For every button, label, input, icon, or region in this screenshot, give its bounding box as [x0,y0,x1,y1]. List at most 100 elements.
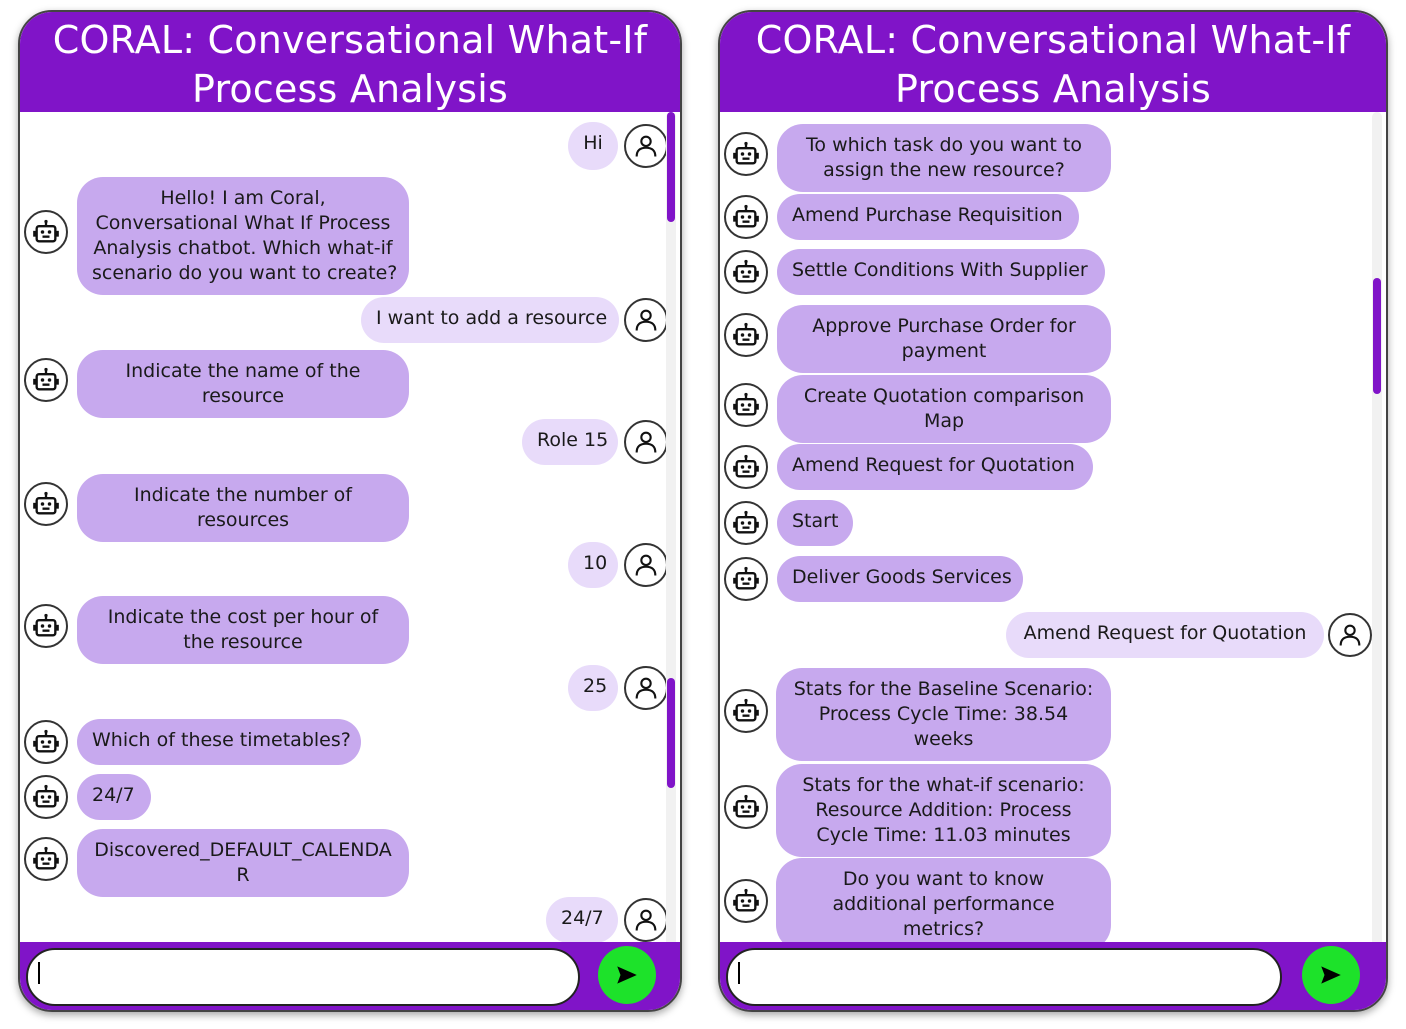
robot-icon [732,453,760,481]
message-text-line: Hello! I am Coral, [160,187,326,209]
bot-avatar [724,250,768,294]
message-text-line: Create Quotation comparison [803,385,1085,407]
bot-message[interactable]: Stats for the what-if scenario: Resource … [776,764,1111,857]
bot-message[interactable]: Create Quotation comparison Map [777,375,1111,443]
robot-icon [732,887,760,915]
bot-avatar [724,195,768,239]
message-text-line: Approve Purchase Order for [812,315,1076,337]
user-icon [632,906,660,934]
chat-scrollbar[interactable] [666,112,676,946]
send-arrow-icon [1321,966,1341,984]
bot-avatar [724,879,768,923]
chat-scrollbar-thumb[interactable] [1373,278,1381,394]
message-text-line: payment [901,340,987,362]
bot-avatar [724,383,768,427]
user-message: 25 [568,665,618,711]
bot-avatar [24,482,68,526]
bot-message[interactable]: Discovered_DEFAULT_CALENDA R [77,829,409,897]
bot-message[interactable]: Amend Request for Quotation [777,444,1093,490]
user-icon [632,132,660,160]
bot-avatar [724,313,768,357]
user-message: I want to add a resource [361,297,619,343]
message-text-line: Start [792,510,839,532]
robot-icon [732,258,760,286]
robot-icon [32,728,60,756]
message-text-line: Resource Addition: Process [815,799,1072,821]
chat-scrollbar-thumb[interactable] [667,112,675,222]
chat-window-left: CORAL: Conversational What-If Process An… [18,10,682,1012]
message-text-line: Stats for the what-if scenario: [802,774,1085,796]
bot-message[interactable]: Indicate the name of the resource [77,350,409,418]
bot-message[interactable]: Settle Conditions With Supplier [777,249,1105,295]
message-text: Role 15 [537,429,609,451]
message-text-line: Do you want to know [842,868,1045,890]
bot-avatar [724,132,768,176]
message-text: 25 [583,675,608,697]
bot-message[interactable]: 24/7 [77,774,151,820]
bot-message[interactable]: Do you want to know additional performanc… [776,858,1111,942]
user-message: Role 15 [522,419,618,465]
bot-message[interactable]: Start [777,500,853,546]
robot-icon [732,203,760,231]
app-title-line1: CORAL: Conversational What-If [52,18,648,62]
message-text-line: Analysis chatbot. Which what-if [93,237,393,259]
message-text-line: resources [196,509,290,531]
bot-message[interactable]: Amend Purchase Requisition [777,194,1079,240]
bot-message[interactable]: Which of these timetables? [77,719,361,765]
bot-avatar [724,689,768,733]
bot-avatar [24,604,68,648]
message-text-line: the resource [183,631,303,653]
message-text: Hi [583,132,603,154]
message-input[interactable] [726,948,1282,1006]
message-text-line: Indicate the name of the [125,360,361,382]
bot-avatar [24,720,68,764]
user-icon [1336,621,1364,649]
bot-message[interactable]: Deliver Goods Services [777,556,1023,602]
message-text-line: weeks [913,728,974,750]
app-header: CORAL: Conversational What-If Process An… [20,12,680,112]
user-avatar [624,420,668,464]
message-text-line: resource [201,385,285,407]
user-avatar [624,543,668,587]
message-text-line: Process Cycle Time: 38.54 [818,703,1069,725]
user-avatar [624,124,668,168]
user-avatar [624,298,668,342]
send-button[interactable] [598,946,656,1004]
message-text-line: scenario do you want to create? [92,262,398,284]
message-text-line: additional performance [832,893,1055,915]
bot-message[interactable]: Indicate the number of resources [77,474,409,542]
user-avatar [1328,613,1372,657]
user-icon [632,551,660,579]
robot-icon [32,490,60,518]
app-title-line1: CORAL: Conversational What-If [755,18,1351,62]
robot-icon [732,391,760,419]
bot-message: To which task do you want to assign the n… [777,124,1111,192]
robot-icon [32,218,60,246]
user-message: Hi [568,122,618,170]
chat-history[interactable]: To which task do you want to assign the n… [720,112,1386,942]
app-title-line2: Process Analysis [192,67,508,111]
bot-message[interactable]: Indicate the cost per hour of the resourc… [77,596,409,664]
message-text-line: Conversational What If Process [95,212,391,234]
message-text-line: Amend Request for Quotation [792,454,1075,476]
chat-window-right: CORAL: Conversational What-If Process An… [718,10,1388,1012]
bot-message[interactable]: Approve Purchase Order for payment [777,305,1111,373]
robot-icon [732,793,760,821]
user-message: 10 [568,542,618,588]
send-button[interactable] [1302,946,1360,1004]
text-caret [738,962,740,984]
message-text: 24/7 [561,907,604,929]
chat-history[interactable]: Hi Hello! I am Coral, Conversational What … [20,112,680,942]
message-text: Amend Request for Quotation [1023,622,1307,644]
message-text-line: Settle Conditions With Supplier [792,259,1088,281]
chat-scrollbar-thumb-secondary[interactable] [667,678,675,788]
chat-scrollbar[interactable] [1372,112,1382,946]
message-text-line: assign the new resource? [823,159,1065,181]
bot-message[interactable]: Stats for the Baseline Scenario: Process … [776,668,1111,761]
message-input[interactable] [26,948,580,1006]
bot-avatar [724,557,768,601]
bot-message[interactable]: Hello! I am Coral, Conversational What If… [77,177,409,295]
text-caret [38,962,40,984]
bot-avatar [24,358,68,402]
app-header: CORAL: Conversational What-If Process An… [720,12,1386,112]
